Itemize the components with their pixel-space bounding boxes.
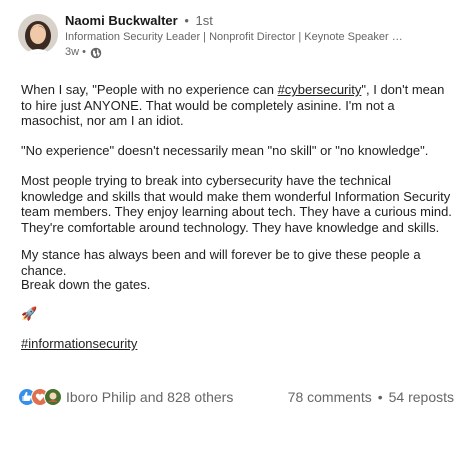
post-paragraph-hashtag: #informationsecurity [21,336,137,352]
hashtag-informationsecurity[interactable]: #informationsecurity [21,336,137,351]
reposts-count[interactable]: 54 reposts [389,389,454,405]
reactors-text[interactable]: Iboro Philip and 828 others [66,389,233,405]
post-paragraph-5: Break down the gates. [21,277,151,292]
post-time: 3w • [65,46,86,58]
social-counts: Iboro Philip and 828 others 78 comments … [18,386,458,408]
author-headline: Information Security Leader | Nonprofit … [65,31,405,43]
post-header: Naomi Buckwalter • 1st Information Secur… [18,12,458,58]
hashtag-cybersecurity[interactable]: #cybersecurity [278,82,362,97]
connection-degree: 1st [195,13,213,28]
globe-icon [90,47,102,58]
engagement-stats: 78 comments • 54 reposts [288,389,454,405]
post-paragraph-3: Most people trying to break into cyberse… [21,173,452,235]
author-name[interactable]: Naomi Buckwalter [65,13,178,28]
stats-separator: • [377,389,383,405]
reaction-icons[interactable] [18,388,62,406]
comments-count[interactable]: 78 comments [288,389,372,405]
post-paragraph-2: "No experience" doesn't necessarily mean… [21,143,429,158]
name-separator: • [184,13,189,28]
avatar[interactable] [18,14,58,54]
post-paragraph-1: When I say, "People with no experience c… [21,82,453,129]
rocket-emoji: 🚀 [21,306,38,321]
author-meta: Naomi Buckwalter • 1st Information Secur… [65,12,455,60]
post-paragraph-4: My stance has always been and will forev… [21,247,421,278]
post-text: When I say, "People with no experience c… [21,82,278,97]
support-icon [44,388,62,406]
avatar-image [18,14,58,54]
